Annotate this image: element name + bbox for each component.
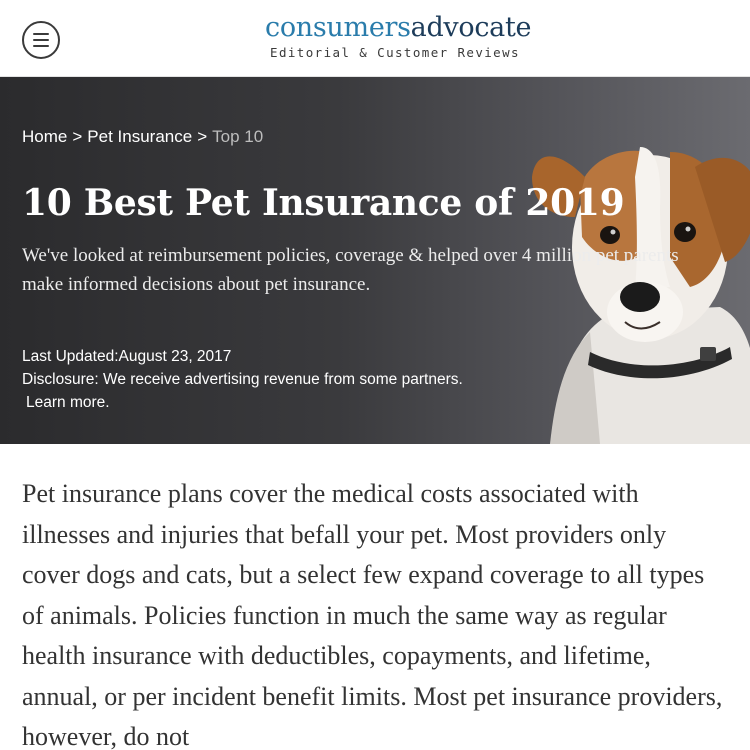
article-body: Pet insurance plans cover the medical co… — [22, 474, 728, 750]
menu-line — [33, 33, 49, 35]
logo-wordmark: consumersadvocate — [265, 12, 532, 44]
breadcrumb-separator: > — [197, 127, 208, 146]
last-updated-text: Last Updated:August 23, 2017 — [22, 348, 232, 365]
hero-subtitle: We've looked at reimbursement policies, … — [22, 245, 679, 295]
learn-more-link[interactable]: Learn more. — [26, 391, 463, 414]
disclosure-text: Disclosure: We receive advertising reven… — [22, 371, 463, 388]
breadcrumb-separator: > — [72, 127, 83, 146]
hero-banner: Home > Pet Insurance > Top 10 10 Best Pet In… — [0, 77, 750, 444]
breadcrumb-home-link[interactable]: Home — [22, 127, 67, 146]
page-title: 10 Best Pet Insurance of 2019 — [22, 182, 625, 224]
hero-meta: Last Updated:August 23, 2017 Disclosure:… — [22, 345, 463, 414]
hamburger-menu-icon[interactable] — [22, 21, 60, 59]
site-logo[interactable]: consumersadvocate Editorial & Customer R… — [265, 12, 532, 61]
breadcrumb: Home > Pet Insurance > Top 10 — [22, 127, 263, 147]
logo-part-consumers: consumers — [265, 12, 411, 43]
site-header: consumersadvocate Editorial & Customer R… — [0, 0, 750, 77]
menu-line — [33, 39, 49, 41]
menu-line — [33, 45, 49, 47]
article-intro-paragraph: Pet insurance plans cover the medical co… — [22, 479, 723, 750]
logo-part-advocate: advocate — [410, 12, 532, 43]
logo-tagline: Editorial & Customer Reviews — [270, 45, 520, 60]
breadcrumb-pet-insurance-link[interactable]: Pet Insurance — [87, 127, 192, 146]
breadcrumb-current: Top 10 — [212, 127, 264, 146]
